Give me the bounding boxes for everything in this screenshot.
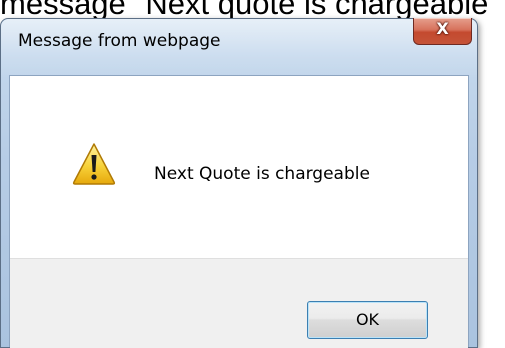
ok-button[interactable]: OK (307, 301, 428, 339)
dialog-client: Next Quote is chargeable OK (9, 75, 469, 348)
titlebar[interactable]: Message from webpage (1, 19, 477, 75)
button-area: OK (10, 258, 468, 348)
dialog-title: Message from webpage (18, 31, 221, 51)
message-area: Next Quote is chargeable (10, 76, 468, 258)
close-icon: X (436, 19, 449, 38)
close-button[interactable]: X (413, 18, 472, 45)
warning-icon (72, 143, 116, 185)
ok-button-label: OK (355, 310, 380, 329)
message-text: Next Quote is chargeable (154, 164, 370, 184)
dialog-window: Message from webpage X Next Quote is cha… (0, 18, 478, 348)
